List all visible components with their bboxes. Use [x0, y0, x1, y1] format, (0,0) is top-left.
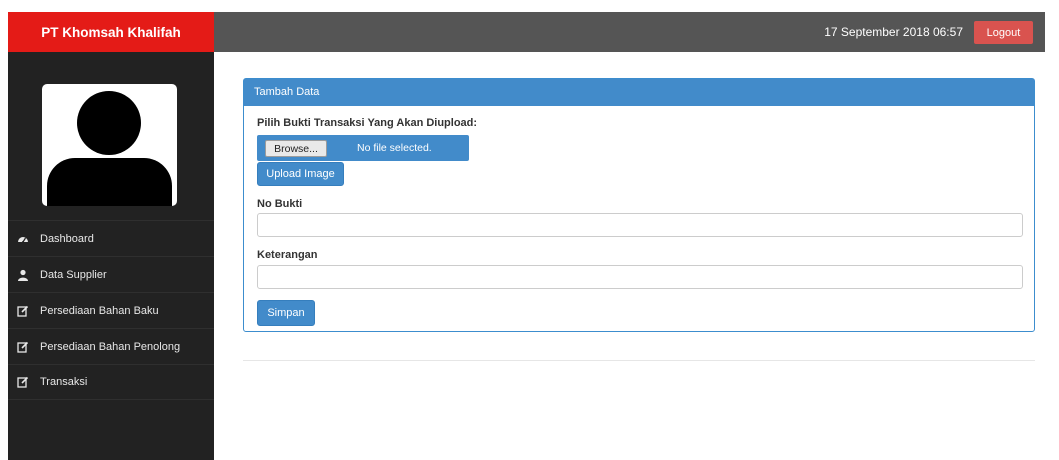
logout-button[interactable]: Logout	[974, 21, 1033, 44]
no-bukti-label: No Bukti	[257, 198, 303, 210]
sidebar-item-persediaan-bahan-penolong[interactable]: Persediaan Bahan Penolong	[8, 328, 214, 364]
brand-title[interactable]: PT Khomsah Khalifah	[8, 12, 214, 52]
keterangan-input[interactable]	[257, 265, 1023, 289]
datetime-display: 17 September 2018 06:57	[824, 25, 963, 39]
sidebar-menu: Dashboard Data Supplier Persediaan Bahan…	[8, 220, 214, 400]
sidebar: PT Khomsah Khalifah Dashboard Data Suppl…	[8, 12, 214, 460]
simpan-button[interactable]: Simpan	[257, 300, 315, 326]
edit-icon	[16, 340, 30, 354]
sidebar-item-dashboard[interactable]: Dashboard	[8, 220, 214, 256]
top-bar: 17 September 2018 06:57 Logout	[214, 12, 1045, 52]
sidebar-item-label: Dashboard	[40, 232, 94, 245]
main-content: Tambah Data Pilih Bukti Transaksi Yang A…	[234, 70, 1044, 460]
sidebar-item-transaksi[interactable]: Transaksi	[8, 364, 214, 400]
avatar-body	[47, 158, 172, 206]
upload-image-button[interactable]: Upload Image	[257, 162, 344, 186]
sidebar-item-label: Persediaan Bahan Penolong	[40, 340, 181, 353]
dashboard-icon	[16, 232, 30, 246]
avatar-head	[77, 91, 141, 155]
tambah-data-panel: Tambah Data Pilih Bukti Transaksi Yang A…	[243, 78, 1035, 332]
no-bukti-input[interactable]	[257, 213, 1023, 237]
edit-icon	[16, 375, 30, 389]
file-status: No file selected.	[357, 142, 432, 154]
browse-button[interactable]: Browse...	[265, 140, 327, 157]
user-icon	[16, 268, 30, 282]
sidebar-item-persediaan-bahan-baku[interactable]: Persediaan Bahan Baku	[8, 292, 214, 328]
panel-title: Tambah Data	[244, 79, 1034, 106]
upload-label: Pilih Bukti Transaksi Yang Akan Diupload…	[257, 117, 478, 129]
sidebar-item-data-supplier[interactable]: Data Supplier	[8, 256, 214, 292]
file-input[interactable]: Browse... No file selected.	[257, 135, 469, 161]
sidebar-item-label: Transaksi	[40, 376, 88, 388]
keterangan-label: Keterangan	[257, 249, 318, 261]
sidebar-item-label: Data Supplier	[40, 268, 107, 281]
avatar	[42, 84, 177, 206]
sidebar-item-label: Persediaan Bahan Baku	[40, 304, 159, 317]
edit-icon	[16, 304, 30, 318]
divider	[243, 360, 1035, 361]
